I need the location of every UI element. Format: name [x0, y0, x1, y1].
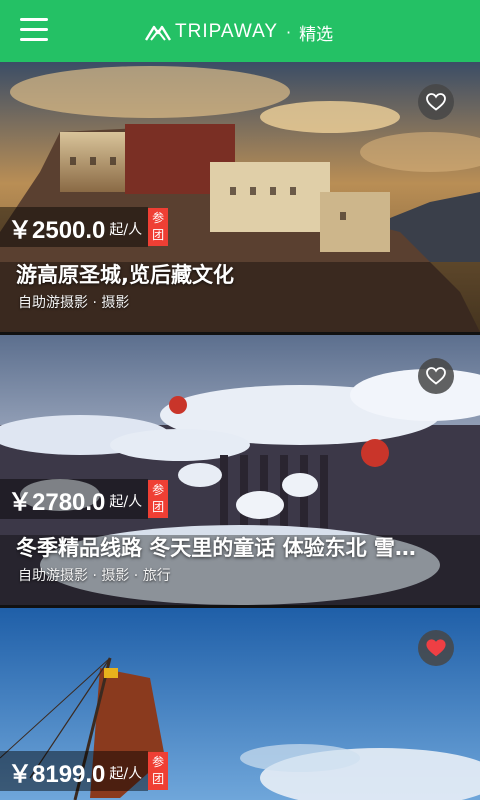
price-unit: 起/人	[109, 494, 143, 510]
brand-title: TRIPAWAY · 精选	[145, 20, 334, 45]
price-value: ￥2500.0	[8, 216, 106, 244]
brand-name: TRIPAWAY	[175, 21, 278, 42]
price-unit: 起/人	[109, 766, 143, 782]
trip-title: 游高原圣城,览后藏文化	[16, 263, 234, 287]
price-value: ￥8199.0	[8, 760, 106, 788]
group-tour-badge: 参 团	[148, 480, 169, 518]
group-tour-badge: 参 团	[148, 208, 169, 246]
price-tag: ￥2500.0 起/人 参 团	[0, 207, 169, 247]
trip-title: 冬季精品线路 冬天里的童话 体验东北 雪…	[16, 536, 416, 560]
heart-outline-icon	[426, 367, 446, 385]
brand-separator: ·	[286, 22, 292, 42]
top-app-bar: TRIPAWAY · 精选	[0, 0, 480, 62]
favorite-button[interactable]	[418, 84, 454, 120]
mountain-logo-icon	[145, 23, 171, 41]
favorite-button[interactable]	[418, 358, 454, 394]
trip-card[interactable]: ￥2780.0 起/人 参 团 冬季精品线路 冬天里的童话 体验东北 雪… 自助…	[0, 335, 480, 605]
price-unit: 起/人	[109, 222, 143, 238]
heart-filled-icon	[426, 639, 446, 657]
trip-tags: 自助游摄影 · 摄影 · 旅行	[18, 568, 171, 584]
price-tag: ￥8199.0 起/人 参 团	[0, 751, 169, 791]
group-tour-badge: 参 团	[148, 752, 169, 790]
price-tag: ￥2780.0 起/人 参 团	[0, 479, 169, 519]
menu-icon[interactable]	[20, 18, 48, 42]
heart-outline-icon	[426, 93, 446, 111]
favorite-button[interactable]	[418, 630, 454, 666]
price-value: ￥2780.0	[8, 488, 106, 516]
trip-card[interactable]: ￥8199.0 起/人 参 团	[0, 608, 480, 800]
section-title: 精选	[299, 24, 334, 45]
trip-tags: 自助游摄影 · 摄影	[18, 295, 130, 311]
trip-card[interactable]: ￥2500.0 起/人 参 团 游高原圣城,览后藏文化 自助游摄影 · 摄影	[0, 62, 480, 332]
